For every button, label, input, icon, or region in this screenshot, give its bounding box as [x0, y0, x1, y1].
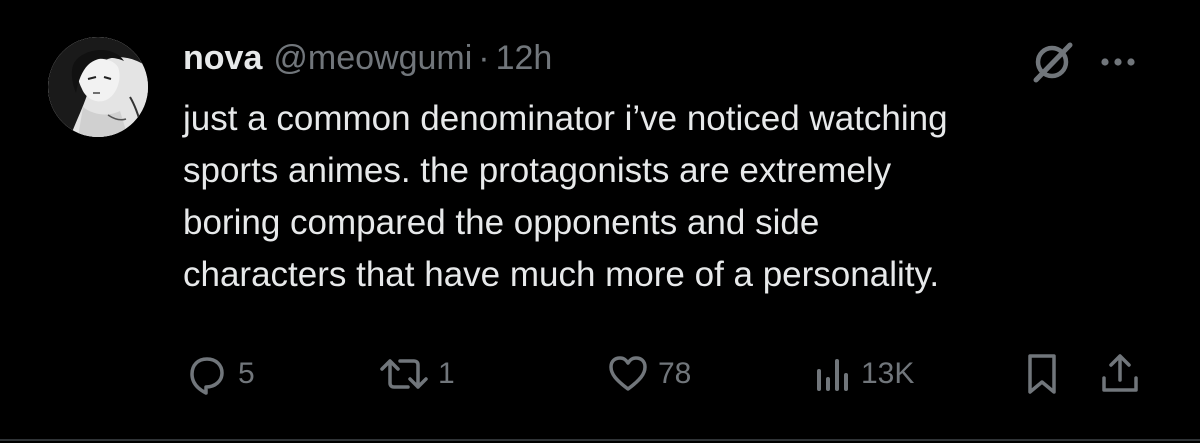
- reply-count: 5: [238, 357, 255, 390]
- avatar[interactable]: [48, 37, 148, 137]
- repost-count: 1: [438, 357, 455, 390]
- more-icon[interactable]: [1096, 40, 1140, 84]
- reply-button[interactable]: 5: [186, 348, 255, 400]
- views-count: 13K: [861, 357, 915, 390]
- heart-icon: [608, 353, 648, 395]
- reply-icon: [186, 353, 228, 395]
- bottom-divider: [0, 439, 1200, 441]
- share-button[interactable]: [1100, 348, 1140, 400]
- action-bar: 5 1 78 13K: [0, 348, 1200, 400]
- grok-icon[interactable]: [1028, 38, 1076, 86]
- views-icon: [815, 353, 851, 395]
- share-icon: [1100, 352, 1140, 396]
- like-button[interactable]: 78: [608, 348, 691, 400]
- tweet-text: just a common denominator i’ve noticed w…: [183, 99, 948, 294]
- tweet[interactable]: nova @meowgumi · 12h just a common denom…: [0, 0, 1200, 443]
- bookmark-button[interactable]: [1024, 348, 1060, 400]
- user-handle[interactable]: @meowgumi: [273, 33, 472, 83]
- tweet-header: nova @meowgumi · 12h: [183, 33, 552, 83]
- bookmark-icon: [1024, 352, 1060, 396]
- separator-dot: ·: [478, 39, 490, 77]
- display-name[interactable]: nova: [183, 33, 262, 83]
- like-count: 78: [658, 357, 692, 390]
- timestamp[interactable]: 12h: [496, 33, 553, 83]
- repost-icon: [380, 353, 428, 395]
- repost-button[interactable]: 1: [380, 348, 455, 400]
- views-button[interactable]: 13K: [815, 348, 914, 400]
